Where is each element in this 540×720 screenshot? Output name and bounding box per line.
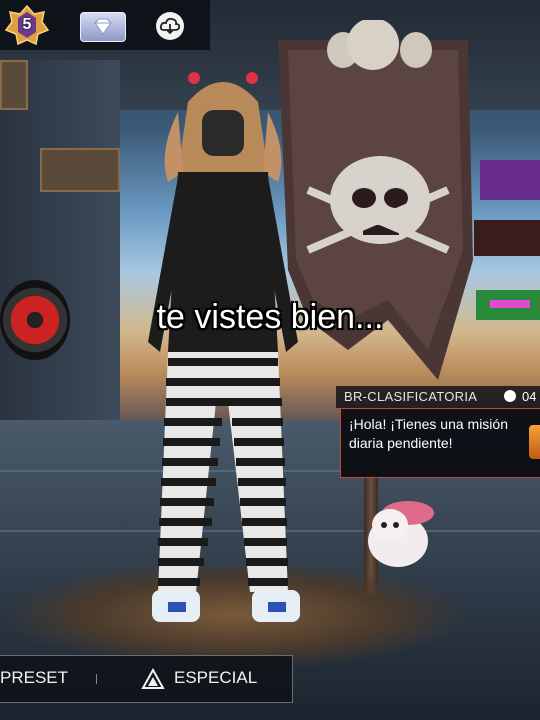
- rank-level: 5: [22, 16, 32, 33]
- cloud-download-icon: [159, 17, 181, 35]
- divider: [96, 674, 97, 684]
- mission-text: ¡Hola! ¡Tienes una misión diaria pendien…: [349, 416, 508, 451]
- especial-icon: [141, 668, 165, 689]
- game-mode-text: BR-CLASIFICATORIA: [344, 389, 478, 404]
- mode-timer: 04: [522, 389, 537, 404]
- pet-cat: [368, 501, 434, 567]
- top-hud: 5: [0, 0, 210, 50]
- clock-icon: [504, 390, 516, 402]
- bottom-bar: PRESET ESPECIAL: [0, 655, 293, 703]
- player-character[interactable]: [128, 62, 318, 662]
- wall-panel: [40, 148, 120, 192]
- diamond-icon: [94, 18, 112, 35]
- game-lobby-scene: [0, 0, 540, 720]
- wall-panel: [0, 60, 28, 110]
- especial-button[interactable]: ESPECIAL: [174, 668, 257, 688]
- daily-mission-notice[interactable]: ¡Hola! ¡Tienes una misión diaria pendien…: [340, 408, 540, 478]
- game-mode-label[interactable]: BR-CLASIFICATORIA 04: [336, 386, 540, 408]
- cloud-download-button[interactable]: [156, 12, 184, 40]
- rank-badge-icon[interactable]: 5: [4, 4, 50, 48]
- mission-reward-icon[interactable]: [529, 425, 540, 459]
- video-caption: te vistes bien...: [156, 298, 384, 336]
- left-wall: [0, 60, 120, 420]
- preset-button[interactable]: PRESET: [0, 668, 68, 688]
- diamond-button[interactable]: [80, 12, 126, 42]
